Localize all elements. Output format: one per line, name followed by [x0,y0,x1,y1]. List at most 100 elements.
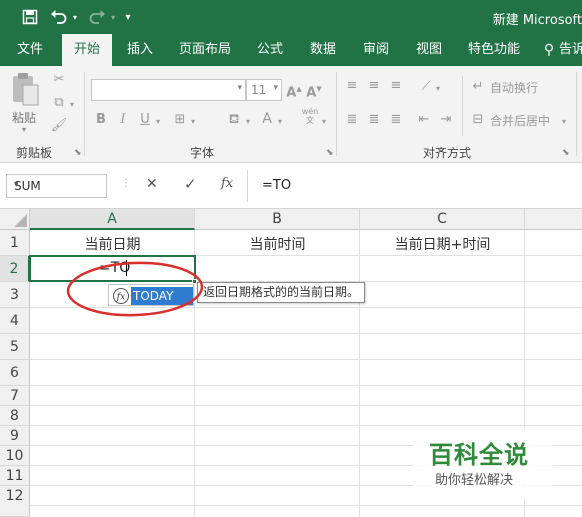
enter-icon[interactable]: ✓ [184,175,197,193]
watermark: 百科全说 助你轻松解决 [413,427,553,499]
font-color-dropdown-icon[interactable]: ▾ [276,114,284,130]
row-header[interactable]: 8 [0,406,30,426]
font-color-icon[interactable]: A [260,111,274,127]
align-top-icon[interactable]: ≡ [344,78,360,94]
column-header-a[interactable]: A [30,209,195,230]
function-tooltip: 返回日期格式的的当前日期。 [197,282,366,303]
formula-input[interactable]: =TO [262,178,291,193]
align-middle-icon[interactable]: ≡ [366,78,382,94]
orientation-dropdown-icon[interactable]: ▾ [434,81,442,97]
save-icon[interactable] [20,7,40,27]
customize-toolbar-icon[interactable]: ▾ [121,7,135,27]
bold-button[interactable]: B [94,112,108,128]
increase-font-icon[interactable]: A▲ [286,81,302,101]
tab-insert[interactable]: 插入 [120,34,160,66]
font-group-label: 字体 [190,146,215,160]
fill-color-icon[interactable]: ⛾ [226,112,242,128]
decrease-indent-icon[interactable]: ⇤ [416,112,432,128]
row-header[interactable]: 5 [0,334,30,360]
tab-file[interactable]: 文件 [8,34,52,66]
align-bottom-icon[interactable]: ≡ [388,78,404,94]
tab-view[interactable]: 视图 [409,34,449,66]
tab-data[interactable]: 数据 [303,34,343,66]
align-right-icon[interactable]: ≣ [388,112,404,128]
row-header[interactable]: 10 [0,446,30,466]
lightbulb-icon[interactable]: ⚲ [542,34,556,66]
copy-icon[interactable]: ⧉ [50,95,68,111]
borders-dropdown-icon[interactable]: ▾ [189,114,197,130]
wrap-text-button[interactable]: 自动换行 [490,79,538,96]
chevron-down-icon: ▾ [237,83,242,93]
cell-c1[interactable]: 当前日期+时间 [360,234,525,254]
row-header[interactable]: 6 [0,360,30,386]
format-painter-icon[interactable]: 🖌 [50,118,68,134]
column-header-c[interactable]: C [360,209,525,230]
cancel-icon[interactable]: ✕ [146,176,158,192]
paste-button[interactable]: 粘贴 [12,109,36,126]
row-header[interactable]: 4 [0,308,30,334]
separator [84,72,85,156]
separator [576,72,577,156]
align-center-icon[interactable]: ≣ [366,112,382,128]
font-size-dropdown[interactable]: 11 ▾ [246,79,282,101]
merge-center-button[interactable]: 合并后居中 [490,112,550,129]
underline-button[interactable]: U [138,112,152,128]
font-name-dropdown[interactable]: ▾ [91,79,246,101]
cut-icon[interactable]: ✂ [50,72,68,88]
tab-review[interactable]: 审阅 [356,34,396,66]
select-all-corner[interactable] [0,209,30,230]
phonetic-guide-label: wén [301,107,319,116]
italic-button[interactable]: I [116,112,130,128]
clipboard-launcher-icon[interactable]: ⬊ [74,148,82,158]
wrap-text-icon[interactable]: ↵ [470,79,486,95]
tab-special-features[interactable]: 特色功能 [464,34,524,66]
alignment-launcher-icon[interactable]: ⬊ [562,148,570,158]
row-header[interactable]: 11 [0,466,30,486]
paste-dropdown-icon[interactable]: ▾ [22,125,26,134]
gridline [30,425,582,426]
row-header[interactable]: 7 [0,386,30,406]
gridline [359,230,360,517]
row-header[interactable]: 3 [0,282,30,308]
font-launcher-icon[interactable]: ⬊ [326,148,334,158]
fill-color-dropdown-icon[interactable]: ▾ [244,114,252,130]
decrease-font-icon[interactable]: A▼ [306,81,322,101]
cell-a1[interactable]: 当前日期 [30,234,195,254]
phonetic-guide-icon[interactable]: wén 文 [300,107,320,125]
cell-b1[interactable]: 当前时间 [195,234,360,254]
insert-function-button[interactable]: fx [221,176,233,191]
orientation-icon[interactable]: ⟋ [418,79,434,95]
column-header-b[interactable]: B [195,209,360,230]
row-header[interactable]: 9 [0,426,30,446]
row-header[interactable]: 1 [0,230,30,256]
gridline [30,333,582,334]
tab-tell-me[interactable]: 告诉 [559,34,582,66]
borders-icon[interactable]: ⊞ [172,112,188,128]
underline-dropdown-icon[interactable]: ▾ [154,114,162,130]
name-box[interactable]: SUM ▾ [6,174,107,198]
phonetic-dropdown-icon[interactable]: ▾ [320,114,328,130]
row-header[interactable]: 12 [0,486,30,517]
align-left-icon[interactable]: ≣ [344,112,360,128]
copy-dropdown-icon[interactable]: ▾ [68,97,76,113]
merge-center-icon[interactable]: ⊟ [470,112,486,128]
tab-formulas[interactable]: 公式 [250,34,290,66]
column-header-d[interactable] [525,209,582,230]
redo-icon[interactable] [86,7,108,27]
undo-dropdown-icon[interactable]: ▾ [70,7,80,27]
clipboard-group-label: 剪贴板 [16,146,53,160]
increase-indent-icon[interactable]: ⇥ [438,112,454,128]
separator [247,170,248,202]
gridline [30,359,582,360]
merge-dropdown-icon[interactable]: ▾ [560,114,568,130]
chevron-down-icon[interactable]: ▾ [14,180,102,190]
annotation-ellipse [66,261,204,317]
gridline [30,405,582,406]
tab-page-layout[interactable]: 页面布局 [176,34,234,66]
redo-dropdown-icon[interactable]: ▾ [108,7,118,27]
tab-home[interactable]: 开始 [62,34,112,66]
separator [336,72,337,156]
paste-icon[interactable] [10,72,42,112]
row-header[interactable]: 2 [0,256,30,282]
undo-icon[interactable] [48,7,70,27]
